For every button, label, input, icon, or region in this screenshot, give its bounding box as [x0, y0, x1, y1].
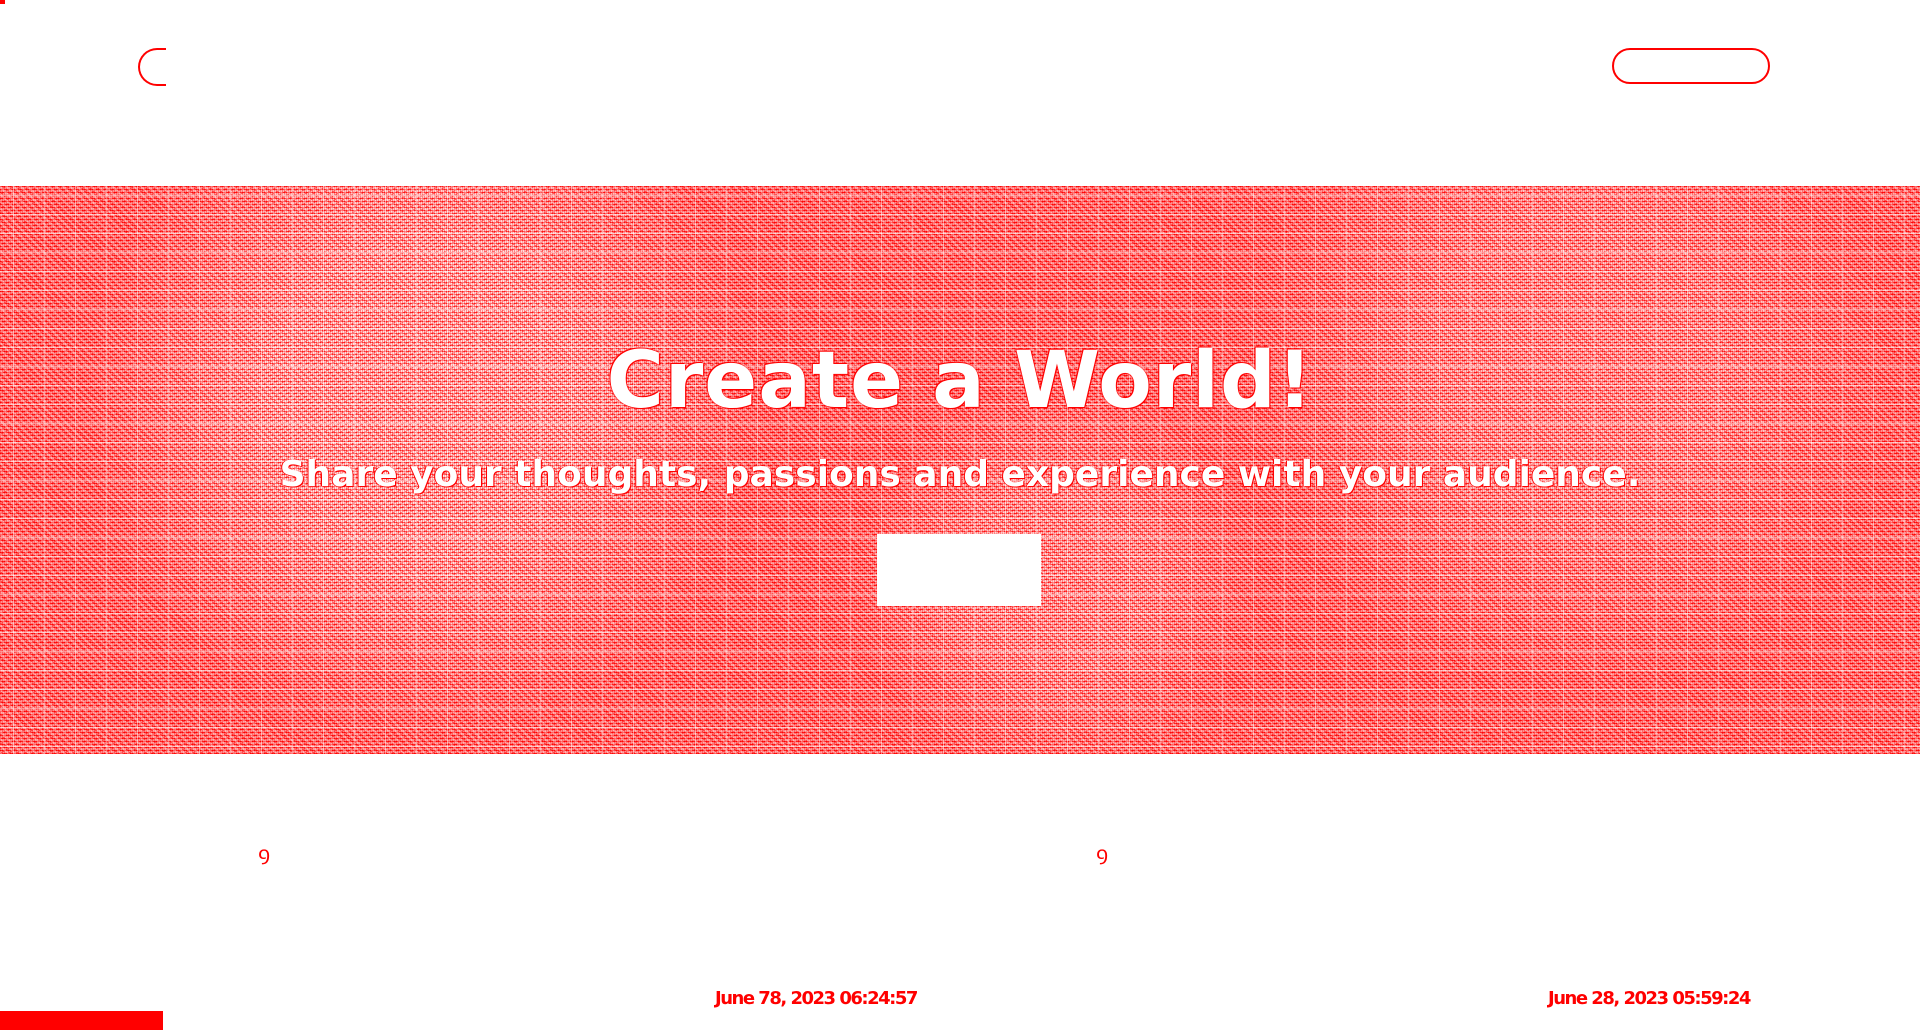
hero-cta-button[interactable]: [877, 534, 1041, 606]
login-button[interactable]: [1612, 48, 1770, 84]
hero-banner: Create a World! Share your thoughts, pas…: [0, 186, 1920, 754]
post-card[interactable]: ꝰ June 78, 2023 06:24:57: [180, 830, 940, 1030]
post-date: June 28, 2023 05:59:24: [1548, 988, 1751, 1009]
footer-tab[interactable]: [0, 1011, 163, 1030]
hero-subtitle: Share your thoughts, passions and experi…: [279, 454, 1641, 495]
bookmark-icon: ꝰ: [258, 839, 271, 877]
bookmark-icon: ꝰ: [1096, 839, 1109, 877]
corner-mark: [0, 0, 5, 4]
logo-icon[interactable]: [138, 48, 166, 86]
post-date: June 78, 2023 06:24:57: [715, 988, 918, 1009]
post-card[interactable]: ꝰ June 28, 2023 05:59:24: [1020, 830, 1780, 1030]
hero-title: Create a World!: [606, 336, 1314, 426]
page: Create a World! Share your thoughts, pas…: [0, 0, 1920, 1030]
